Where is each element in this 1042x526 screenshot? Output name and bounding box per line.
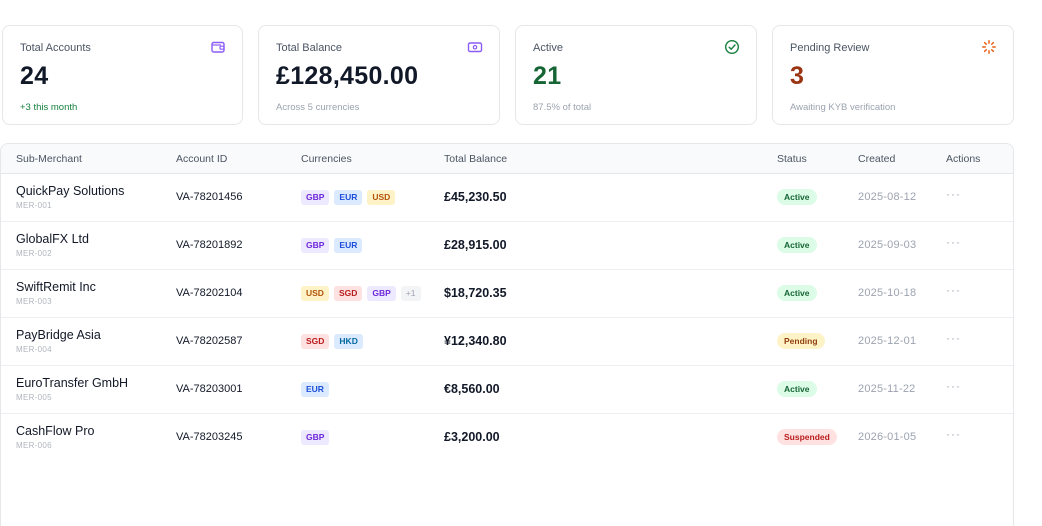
account-id: VA-78201456 xyxy=(176,191,243,203)
currency-chips: USD SGD GBP +1 xyxy=(301,286,421,301)
currency-chip: USD xyxy=(301,286,329,301)
column-header-currencies: Currencies xyxy=(301,153,352,165)
column-header-status: Status xyxy=(777,153,807,165)
currency-chips: SGD HKD xyxy=(301,334,363,349)
row-actions-menu-icon[interactable]: ··· xyxy=(946,379,961,393)
currency-chip: SGD xyxy=(301,334,330,349)
currency-chips: GBP EUR xyxy=(301,238,363,253)
banknote-icon xyxy=(467,42,483,53)
table-row[interactable]: EuroTransfer GmbH MER-005 VA-78203001 EUR €8… xyxy=(1,366,1013,414)
currency-chip: GBP xyxy=(367,286,396,301)
card-label: Pending Review xyxy=(790,42,870,54)
merchant-id: MER-001 xyxy=(16,201,52,210)
card-label: Active xyxy=(533,42,563,54)
card-value: 3 xyxy=(790,62,805,90)
total-accounts-card: Total Accounts 24 +3 this month xyxy=(2,25,243,125)
currency-chip: GBP xyxy=(301,238,330,253)
card-value: 24 xyxy=(20,62,49,90)
active-card: Active 21 87.5% of total xyxy=(515,25,757,125)
created-date: 2026-01-05 xyxy=(858,431,917,443)
card-value: 21 xyxy=(533,62,562,90)
card-value: £128,450.00 xyxy=(276,62,419,90)
currency-chip: HKD xyxy=(334,334,363,349)
currency-chip: USD xyxy=(367,190,396,205)
row-actions-menu-icon[interactable]: ··· xyxy=(946,331,961,345)
table-header: Sub-Merchant Account ID Currencies Total… xyxy=(1,144,1013,174)
card-subtext: 87.5% of total xyxy=(533,102,592,113)
card-subtext: Across 5 currencies xyxy=(276,102,360,113)
sub-merchant-name: SwiftRemit Inc xyxy=(16,280,96,294)
status-badge: Active xyxy=(777,381,817,397)
currency-chips: GBP xyxy=(301,430,330,445)
wallet-icon xyxy=(211,41,225,53)
status-badge: Suspended xyxy=(777,429,837,445)
row-actions-menu-icon[interactable]: ··· xyxy=(946,283,961,297)
more-currencies-chip: +1 xyxy=(400,286,421,301)
card-subtext: Awaiting KYB verification xyxy=(790,102,896,113)
total-balance: €8,560.00 xyxy=(444,382,500,396)
sub-merchant-name: GlobalFX Ltd xyxy=(16,232,89,246)
column-header-account-id: Account ID xyxy=(176,153,228,165)
card-subtext: +3 this month xyxy=(20,102,78,113)
total-balance: ¥12,340.80 xyxy=(444,334,507,348)
sub-merchant-name: EuroTransfer GmbH xyxy=(16,376,129,390)
status-badge: Active xyxy=(777,285,817,301)
account-id: VA-78203245 xyxy=(176,431,243,443)
created-date: 2025-08-12 xyxy=(858,191,917,203)
check-circle-icon xyxy=(724,39,740,55)
row-actions-menu-icon[interactable]: ··· xyxy=(946,427,961,441)
status-badge: Active xyxy=(777,189,817,205)
table-row[interactable]: PayBridge Asia MER-004 VA-78202587 SGD HKD ¥1… xyxy=(1,318,1013,366)
created-date: 2025-11-22 xyxy=(858,383,916,395)
table-row[interactable]: CashFlow Pro MER-006 VA-78203245 GBP £3,200.… xyxy=(1,414,1013,462)
row-actions-menu-icon[interactable]: ··· xyxy=(946,235,961,249)
sub-merchant-name: PayBridge Asia xyxy=(16,328,101,342)
total-balance: £45,230.50 xyxy=(444,190,507,204)
created-date: 2025-10-18 xyxy=(858,287,917,299)
pending-review-card: Pending Review 3 Awaiting KYB verificati… xyxy=(772,25,1014,125)
column-header-total-balance: Total Balance xyxy=(444,153,508,165)
card-label: Total Accounts xyxy=(20,42,91,54)
summary-cards: Total Accounts 24 +3 this month Total Ba… xyxy=(0,25,1014,125)
created-date: 2025-12-01 xyxy=(858,335,917,347)
total-balance: £3,200.00 xyxy=(444,430,500,444)
account-id: VA-78202104 xyxy=(176,287,243,299)
column-header-sub-merchant: Sub-Merchant xyxy=(16,153,82,165)
currency-chip: EUR xyxy=(334,238,363,253)
sub-merchant-name: QuickPay Solutions xyxy=(16,184,125,198)
table-row[interactable]: GlobalFX Ltd MER-002 VA-78201892 GBP EUR £28,… xyxy=(1,222,1013,270)
currency-chip: SGD xyxy=(333,286,363,301)
status-badge: Active xyxy=(777,237,817,253)
account-id: VA-78203001 xyxy=(176,383,243,395)
merchant-id: MER-006 xyxy=(16,441,52,450)
merchant-id: MER-003 xyxy=(16,297,52,306)
column-header-actions: Actions xyxy=(946,153,981,165)
account-id: VA-78201892 xyxy=(176,239,243,251)
merchant-id: MER-005 xyxy=(16,393,52,402)
currency-chips: EUR xyxy=(301,382,329,397)
total-balance: £28,915.00 xyxy=(444,238,507,252)
sub-merchant-table: Sub-Merchant Account ID Currencies Total… xyxy=(0,143,1014,526)
currency-chip: EUR xyxy=(334,190,363,205)
account-id: VA-78202587 xyxy=(176,335,243,347)
row-actions-menu-icon[interactable]: ··· xyxy=(946,187,961,201)
table-row[interactable]: QuickPay Solutions MER-001 VA-78201456 GBP E… xyxy=(1,174,1013,222)
merchant-id: MER-004 xyxy=(16,345,52,354)
loader-icon xyxy=(982,40,996,54)
total-balance: $18,720.35 xyxy=(444,286,507,300)
table-row[interactable]: SwiftRemit Inc MER-003 VA-78202104 USD SGD GB… xyxy=(1,270,1013,318)
column-header-created: Created xyxy=(858,153,896,165)
currency-chip: GBP xyxy=(301,430,330,445)
status-badge: Pending xyxy=(777,333,825,349)
card-label: Total Balance xyxy=(276,42,343,54)
total-balance-card: Total Balance £128,450.00 Across 5 curre… xyxy=(258,25,500,125)
created-date: 2025-09-03 xyxy=(858,239,917,251)
merchant-id: MER-002 xyxy=(16,249,52,258)
currency-chips: GBP EUR USD xyxy=(301,190,396,205)
sub-merchant-name: CashFlow Pro xyxy=(16,424,95,438)
currency-chip: EUR xyxy=(301,382,329,397)
currency-chip: GBP xyxy=(301,190,330,205)
